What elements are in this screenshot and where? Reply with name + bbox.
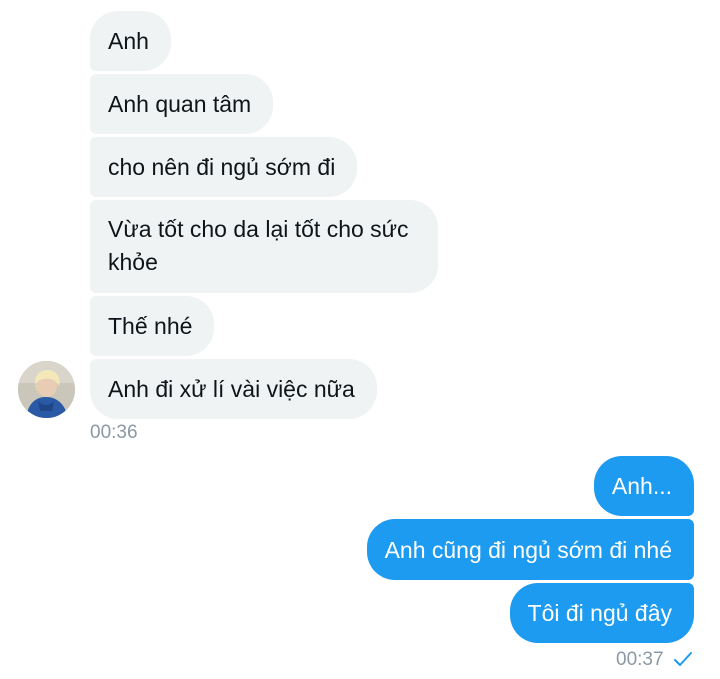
message-timestamp: 00:37 bbox=[616, 649, 664, 670]
outgoing-message[interactable]: Anh... bbox=[593, 456, 694, 516]
outgoing-message[interactable]: Tôi đi ngủ đây bbox=[509, 583, 694, 643]
checkmark-icon bbox=[674, 652, 692, 666]
incoming-message[interactable]: Thế nhé bbox=[90, 296, 215, 356]
avatar-image bbox=[18, 361, 75, 418]
incoming-message[interactable]: Anh bbox=[90, 11, 171, 71]
incoming-message[interactable]: cho nên đi ngủ sớm đi bbox=[90, 137, 358, 197]
outgoing-message[interactable]: Anh cũng đi ngủ sớm đi nhé bbox=[366, 519, 694, 580]
incoming-message[interactable]: Anh quan tâm bbox=[90, 74, 274, 134]
message-timestamp: 00:36 bbox=[90, 422, 138, 443]
avatar[interactable] bbox=[18, 361, 75, 418]
incoming-message[interactable]: Anh đi xử lí vài việc nữa bbox=[90, 359, 377, 419]
incoming-message[interactable]: Vừa tốt cho da lại tốt cho sức khỏe bbox=[90, 200, 438, 293]
